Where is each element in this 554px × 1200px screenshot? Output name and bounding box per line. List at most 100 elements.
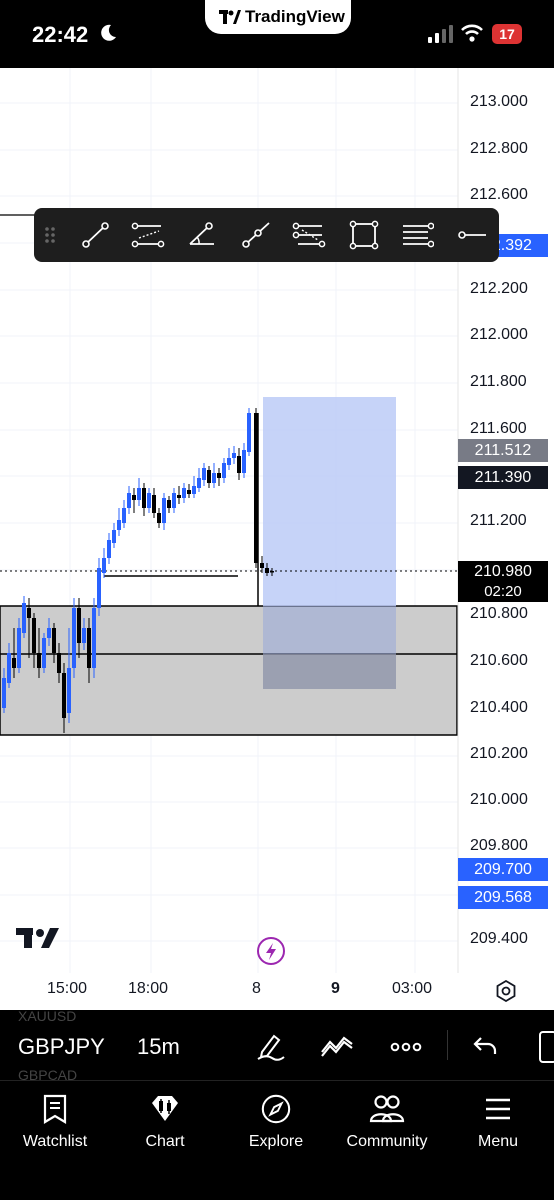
compass-icon [261, 1094, 291, 1124]
ghost-symbol-above: XAUUSD [18, 1008, 77, 1024]
nav-community[interactable]: Community [332, 1093, 442, 1151]
position-stop-area[interactable] [263, 654, 396, 689]
price-tick: 212.200 [470, 280, 528, 297]
tradingview-logo-icon [219, 10, 241, 24]
battery-level: 17 [492, 24, 522, 44]
wifi-icon [461, 24, 483, 42]
candle-body [207, 470, 211, 483]
candle-body [7, 653, 11, 683]
candle-body [37, 653, 41, 668]
parallel-channel-icon[interactable] [131, 220, 165, 250]
nav-chart[interactable]: Chart [110, 1093, 220, 1151]
candle-body [67, 668, 71, 713]
candle-body [167, 500, 171, 508]
symbol-selector[interactable]: GBPJPY [18, 1034, 105, 1060]
candle-body [177, 495, 181, 498]
candle-body [17, 628, 21, 668]
drawing-toolbar[interactable] [34, 208, 499, 262]
drawing-pen-icon[interactable] [254, 1030, 286, 1062]
interval-selector[interactable]: 15m [137, 1034, 180, 1060]
candle-body [127, 493, 131, 508]
position-target-area[interactable] [263, 397, 396, 606]
candle-body [162, 498, 166, 523]
candle-body [254, 413, 258, 563]
nav-watchlist[interactable]: Watchlist [0, 1093, 110, 1151]
candle-body [197, 478, 201, 488]
flash-icon[interactable] [256, 936, 286, 966]
candle-body [107, 540, 111, 558]
more-options-icon[interactable] [390, 1042, 422, 1052]
rectangle-icon[interactable] [347, 220, 381, 250]
candle-body [72, 608, 76, 668]
nav-label: Chart [145, 1133, 185, 1150]
bottom-navigation: Watchlist Chart Explore Community Menu [0, 1080, 554, 1200]
candle-body [87, 628, 91, 668]
trend-line-icon[interactable] [78, 220, 112, 250]
candle-body [237, 456, 241, 473]
price-tick: 212.800 [470, 140, 528, 157]
candle-body [42, 638, 46, 668]
candle-body [187, 490, 191, 494]
candle-body [147, 493, 151, 508]
price-tick: 211.200 [470, 512, 527, 529]
candle-body [227, 458, 231, 465]
price-tick: 211.800 [470, 373, 527, 390]
candle-body [242, 450, 246, 473]
nav-label: Community [346, 1133, 428, 1150]
price-tick: 210.200 [470, 745, 528, 762]
candle-body [112, 530, 116, 543]
moon-icon [101, 24, 116, 41]
candle-body [102, 558, 106, 573]
last-price-tag: 210.980 [458, 561, 548, 583]
candle-body [52, 628, 56, 653]
price-tick: 210.600 [470, 652, 528, 669]
candle-body [202, 468, 206, 480]
nav-label: Watchlist [22, 1133, 88, 1150]
symbol-bar: XAUUSD GBPJPY GBPCAD 15m [0, 1008, 554, 1083]
tradingview-pill[interactable]: TradingView [205, 0, 351, 34]
candle-body [222, 463, 226, 478]
price-tag-high: 211.512 [458, 439, 548, 462]
candle-body [117, 520, 121, 530]
price-tick: 211.600 [470, 420, 527, 437]
price-tick: 212.000 [470, 326, 528, 343]
horizontal-ray-icon[interactable] [454, 220, 488, 250]
candle-body [247, 413, 251, 452]
regression-channel-icon[interactable] [292, 220, 326, 250]
candle-body [132, 495, 136, 500]
bar-countdown: 02:20 [458, 582, 548, 602]
watchlist-icon [43, 1094, 67, 1124]
nav-menu[interactable]: Menu [443, 1093, 553, 1151]
indicators-icon[interactable] [320, 1030, 354, 1060]
candle-body [47, 628, 51, 638]
price-tick: 210.800 [470, 605, 528, 622]
time-tick: 15:00 [47, 980, 88, 997]
tradingview-brand: TradingView [245, 7, 345, 26]
undo-icon[interactable] [472, 1034, 498, 1058]
candle-body [12, 658, 16, 668]
status-bar: 22:42 TradingView 17 [0, 0, 554, 68]
candle-body [57, 653, 61, 673]
price-tick: 213.000 [470, 93, 528, 110]
nav-label: Explore [248, 1133, 304, 1150]
horizontal-lines-icon[interactable] [400, 220, 434, 250]
tradingview-watermark-icon [16, 928, 59, 948]
chart-icon [152, 1096, 178, 1121]
settings-gear-icon[interactable] [495, 980, 517, 1002]
candle-body [212, 473, 216, 483]
candle-body [172, 493, 176, 508]
community-icon [369, 1095, 405, 1123]
layout-icon[interactable] [536, 1030, 554, 1064]
candle-body [82, 628, 86, 643]
price-tick: 209.800 [470, 837, 528, 854]
ray-icon[interactable] [239, 220, 273, 250]
candle-body [22, 603, 26, 633]
nav-explore[interactable]: Explore [221, 1093, 331, 1151]
drag-handle-icon[interactable] [40, 220, 60, 250]
candle-body [152, 495, 156, 513]
time-tick: 8 [252, 980, 261, 997]
candle-body [62, 673, 66, 718]
trend-angle-icon[interactable] [185, 220, 219, 250]
price-tick: 209.400 [470, 930, 528, 947]
price-tag-low1: 209.700 [458, 858, 548, 881]
